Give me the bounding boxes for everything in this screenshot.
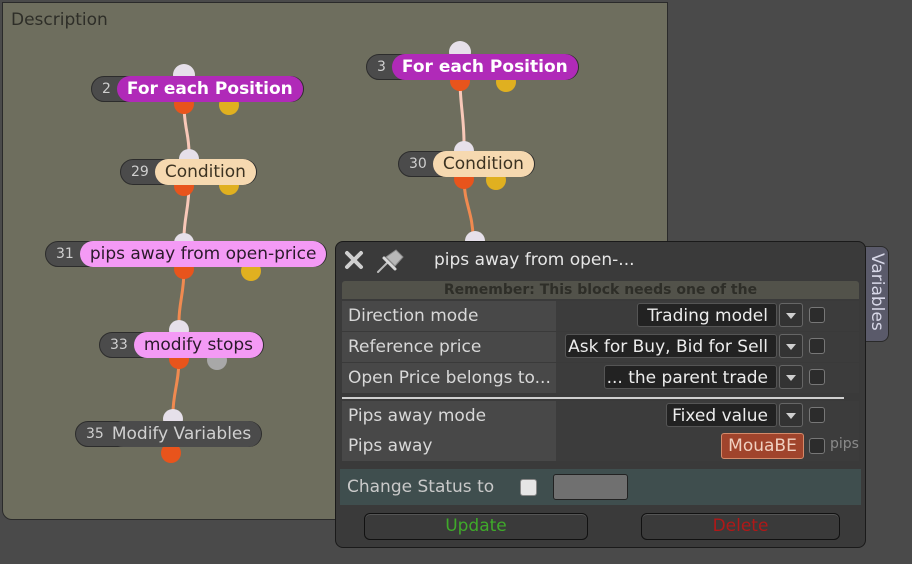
open-price-select[interactable]: ... the parent trade	[604, 365, 777, 389]
node-number: 31	[56, 246, 74, 262]
node-number: 2	[102, 81, 111, 97]
workflow-node-29[interactable]: 29 Condition	[120, 159, 257, 185]
pin-icon[interactable]	[374, 248, 406, 274]
variables-tab[interactable]: Variables	[865, 246, 889, 342]
pips-away-mode-dropdown-icon[interactable]	[779, 403, 803, 427]
open-price-dropdown-icon[interactable]	[779, 365, 803, 389]
variables-tab-label: Variables	[867, 253, 887, 331]
workflow-node-33[interactable]: 33 modify stops	[99, 332, 265, 358]
change-status-checkbox[interactable]	[520, 479, 537, 496]
node-label: For each Position	[116, 76, 303, 102]
direction-mode-checkbox[interactable]	[809, 307, 825, 323]
node-label: Condition	[154, 159, 256, 185]
node-label: Condition	[432, 151, 534, 177]
workflow-node-31[interactable]: 31 pips away from open-price	[45, 241, 328, 267]
reference-price-checkbox[interactable]	[809, 338, 825, 354]
section-divider	[342, 397, 844, 399]
change-status-row: Change Status to	[340, 469, 861, 505]
pips-away-mode-label: Pips away mode	[342, 401, 556, 431]
workflow-node-35[interactable]: 35 Modify Variables	[75, 421, 263, 447]
direction-mode-select[interactable]: Trading model	[637, 303, 777, 327]
delete-button[interactable]: Delete	[641, 513, 840, 540]
pips-away-mode-checkbox[interactable]	[809, 407, 825, 423]
pips-away-checkbox[interactable]	[809, 438, 825, 454]
block-settings-dialog: pips away from open-... Remember: This b…	[335, 241, 866, 548]
node-number: 3	[377, 59, 386, 75]
node-label: Modify Variables	[109, 421, 262, 447]
node-number: 30	[409, 156, 427, 172]
reference-price-select[interactable]: Ask for Buy, Bid for Sell	[565, 334, 777, 358]
pips-away-mode-select[interactable]: Fixed value	[666, 403, 777, 427]
direction-mode-dropdown-icon[interactable]	[779, 303, 803, 327]
change-status-label: Change Status to	[347, 477, 495, 497]
node-label: modify stops	[133, 332, 264, 358]
reference-price-label: Reference price	[342, 332, 556, 362]
pips-away-label: Pips away	[342, 431, 556, 461]
dialog-header: pips away from open-...	[336, 242, 865, 278]
node-label: pips away from open-price	[79, 241, 327, 267]
update-button[interactable]: Update	[364, 513, 588, 540]
direction-mode-label: Direction mode	[342, 301, 556, 331]
pips-away-variable-field[interactable]: MouaBE	[721, 433, 804, 459]
open-price-label: Open Price belongs to...	[342, 363, 556, 393]
workflow-node-30[interactable]: 30 Condition	[398, 151, 535, 177]
workflow-node-2[interactable]: 2 For each Position	[91, 76, 304, 102]
reference-price-dropdown-icon[interactable]	[779, 334, 803, 358]
dialog-note: Remember: This block needs one of the	[342, 281, 859, 299]
open-price-checkbox[interactable]	[809, 369, 825, 385]
node-number: 35	[86, 426, 104, 442]
change-status-input[interactable]	[553, 474, 628, 500]
node-label: For each Position	[391, 54, 578, 80]
dialog-title: pips away from open-...	[434, 250, 635, 270]
node-number: 29	[131, 164, 149, 180]
close-icon[interactable]	[344, 250, 364, 270]
pips-unit-label: pips	[830, 436, 859, 452]
node-number: 33	[110, 337, 128, 353]
workflow-node-3[interactable]: 3 For each Position	[366, 54, 579, 80]
